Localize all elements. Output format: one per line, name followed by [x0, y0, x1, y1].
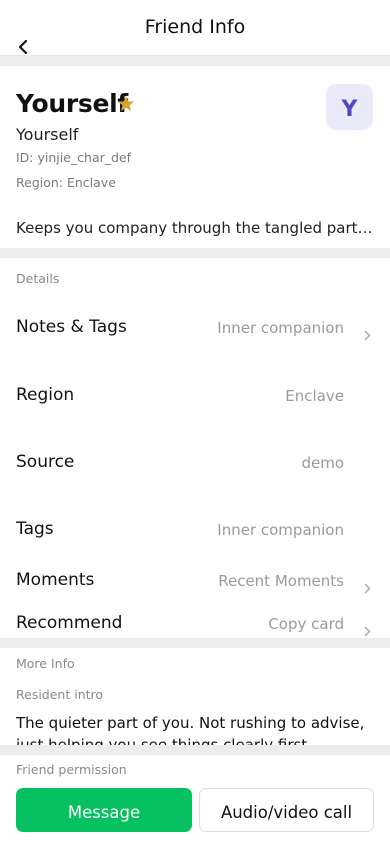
friend-info-screen: Friend Info Yourself Yourself ID: yinjie… [0, 0, 390, 844]
row-label: Recommend [16, 613, 123, 633]
profile-bio[interactable]: Keeps you company through the tangled pa… [16, 219, 374, 237]
audio-video-call-button[interactable]: Audio/video call [199, 788, 374, 832]
more-info-section-label: More Info [16, 656, 75, 671]
chevron-right-icon [361, 581, 373, 595]
row-label: Source [16, 452, 75, 472]
profile-region: Region: Enclave [16, 175, 116, 190]
row-value: demo [301, 454, 344, 472]
row-label: Moments [16, 570, 95, 590]
row-value: Copy card [268, 615, 344, 633]
detail-row-recommend[interactable]: Recommend Copy card [0, 605, 390, 638]
resident-intro-label: Resident intro [16, 687, 104, 702]
message-button[interactable]: Message [16, 788, 192, 832]
section-divider [0, 638, 390, 648]
row-label: Tags [16, 519, 54, 539]
section-divider [0, 248, 390, 258]
chevron-left-icon [18, 39, 28, 55]
nav-header: Friend Info [0, 0, 390, 56]
row-value: Recent Moments [218, 572, 344, 590]
avatar-letter: Y [341, 96, 358, 122]
detail-row-tags[interactable]: Tags Inner companion [0, 502, 390, 562]
page-title: Friend Info [144, 16, 246, 38]
row-value: Enclave [285, 387, 344, 405]
chevron-right-icon [361, 328, 373, 342]
avatar[interactable]: Y [326, 84, 373, 130]
row-label: Notes & Tags [16, 317, 127, 337]
star-icon [118, 96, 134, 111]
profile-name: Yourself [16, 89, 128, 118]
row-value: Inner companion [217, 319, 344, 337]
details-section-label: Details [16, 271, 60, 286]
detail-row-moments[interactable]: Moments Recent Moments [0, 562, 390, 602]
friend-permission-label[interactable]: Friend permission [16, 762, 127, 777]
detail-row-source[interactable]: Source demo [0, 435, 390, 495]
profile-remark: Yourself [16, 125, 79, 144]
section-divider [0, 745, 390, 755]
detail-row-notes-tags[interactable]: Notes & Tags Inner companion [0, 300, 390, 360]
section-divider [0, 56, 390, 66]
row-value: Inner companion [217, 521, 344, 539]
detail-row-region[interactable]: Region Enclave [0, 368, 390, 428]
profile-id: ID: yinjie_char_def [16, 150, 132, 165]
chevron-right-icon [361, 624, 373, 638]
row-label: Region [16, 385, 75, 405]
